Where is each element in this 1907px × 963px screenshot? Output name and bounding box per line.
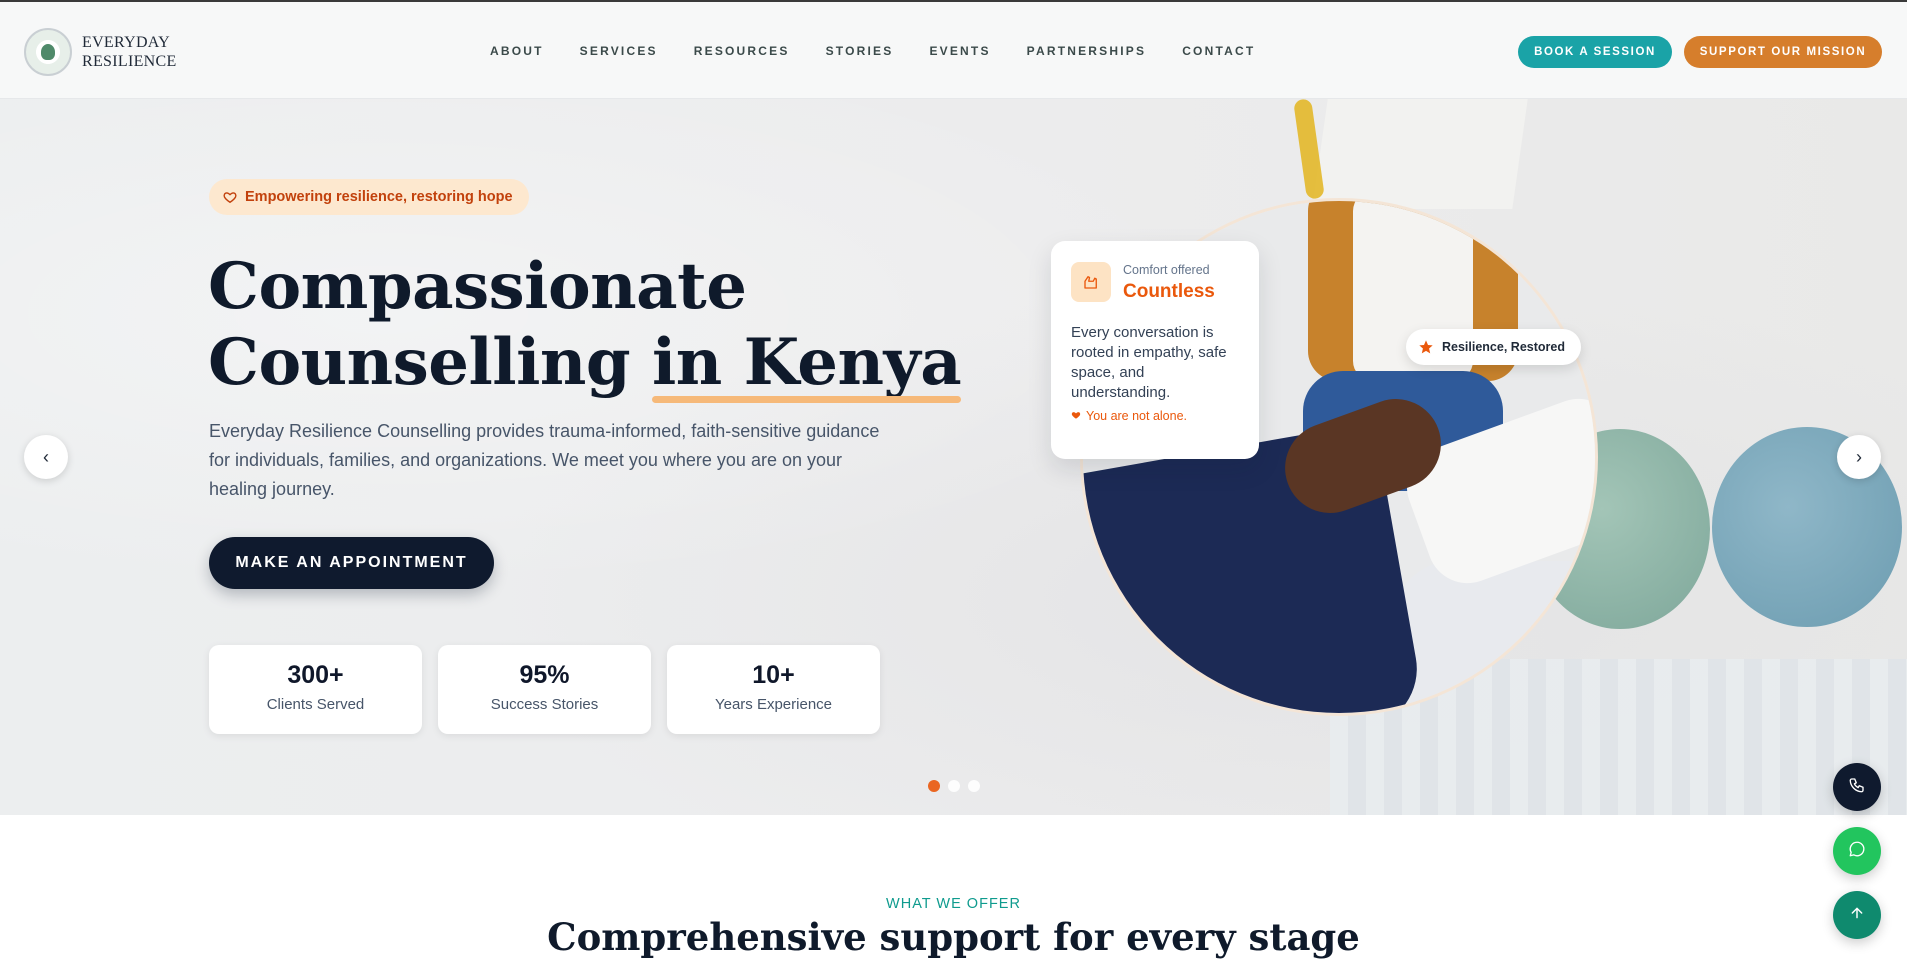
stat-value: 10+	[752, 661, 795, 689]
book-session-button[interactable]: BOOK A SESSION	[1518, 36, 1672, 68]
stat-value: 95%	[519, 661, 570, 689]
stat-label: Success Stories	[490, 696, 599, 713]
logo-emblem-icon	[24, 28, 72, 76]
section-title: Comprehensive support for every stage	[547, 915, 1360, 959]
hero-title-line1: Compassionate	[208, 249, 747, 324]
scroll-to-top-button[interactable]	[1833, 891, 1881, 939]
carousel-dot[interactable]	[948, 780, 960, 792]
logo-text-line1: EVERYDAY	[82, 34, 171, 51]
hero-title-line2-start: Counselling	[208, 325, 652, 400]
nav-item-stories[interactable]: STORIES	[826, 44, 894, 58]
nav-item-services[interactable]: SERVICES	[580, 44, 658, 58]
stat-card-clients: 300+ Clients Served	[209, 645, 422, 734]
whatsapp-icon	[1848, 840, 1866, 863]
nav-item-about[interactable]: ABOUT	[490, 44, 544, 58]
hero-section: Empowering resilience, restoring hope Co…	[0, 99, 1907, 815]
nav-item-contact[interactable]: CONTACT	[1182, 44, 1255, 58]
stat-value: 300+	[287, 661, 344, 689]
hero-tagline-text: Empowering resilience, restoring hope	[245, 189, 513, 205]
card-text: Every conversation is rooted in empathy,…	[1071, 324, 1227, 401]
whatsapp-chat-button[interactable]	[1833, 827, 1881, 875]
stat-card-success: 95% Success Stories	[438, 645, 651, 734]
heart-icon	[223, 190, 237, 204]
heart-icon	[1071, 409, 1081, 423]
make-appointment-button[interactable]: MAKE AN APPOINTMENT	[209, 537, 494, 589]
carousel-next-button[interactable]: ›	[1837, 435, 1881, 479]
card-caption: Comfort offered	[1123, 263, 1210, 277]
hero-description: Everyday Resilience Counselling provides…	[209, 421, 880, 499]
carousel-dot[interactable]	[928, 780, 940, 792]
stat-label: Clients Served	[266, 696, 365, 713]
hero-title: Compassionate Counselling in Kenya	[208, 249, 962, 403]
phone-call-button[interactable]	[1833, 763, 1881, 811]
main-nav: ABOUT SERVICES RESOURCES STORIES EVENTS …	[490, 44, 1291, 58]
arrow-up-icon	[1849, 905, 1865, 926]
nav-item-partnerships[interactable]: PARTNERSHIPS	[1027, 44, 1147, 58]
stat-label: Years Experience	[714, 696, 833, 713]
resilience-badge: Resilience, Restored	[1406, 329, 1581, 365]
hero-tagline-badge: Empowering resilience, restoring hope	[209, 179, 529, 215]
card-headline: Countless	[1123, 281, 1215, 302]
logo[interactable]: EVERYDAY RESILIENCE	[24, 28, 177, 76]
nav-item-events[interactable]: EVENTS	[929, 44, 990, 58]
logo-text: EVERYDAY RESILIENCE	[82, 33, 177, 71]
carousel-dots	[928, 780, 980, 792]
hero-title-highlight: in Kenya	[651, 325, 962, 403]
stat-card-years: 10+ Years Experience	[667, 645, 880, 734]
carousel-dot[interactable]	[968, 780, 980, 792]
star-icon	[1418, 339, 1434, 355]
nav-item-resources[interactable]: RESOURCES	[694, 44, 790, 58]
card-note-text: You are not alone.	[1086, 409, 1188, 423]
background-decoration	[1312, 99, 1528, 209]
section-eyebrow: WHAT WE OFFER	[886, 896, 1021, 912]
hero-title-line2: Counselling in Kenya	[208, 325, 962, 403]
support-mission-button[interactable]: SUPPORT OUR MISSION	[1684, 36, 1882, 68]
site-header: EVERYDAY RESILIENCE ABOUT SERVICES RESOU…	[0, 0, 1907, 99]
resilience-badge-text: Resilience, Restored	[1442, 340, 1565, 354]
comfort-info-card: Comfort offered Countless Every conversa…	[1051, 241, 1259, 459]
logo-text-line2: RESILIENCE	[82, 53, 177, 70]
card-note: You are not alone.	[1071, 409, 1187, 423]
phone-icon	[1848, 776, 1866, 799]
hands-icon	[1071, 262, 1111, 302]
carousel-prev-button[interactable]: ‹	[24, 435, 68, 479]
